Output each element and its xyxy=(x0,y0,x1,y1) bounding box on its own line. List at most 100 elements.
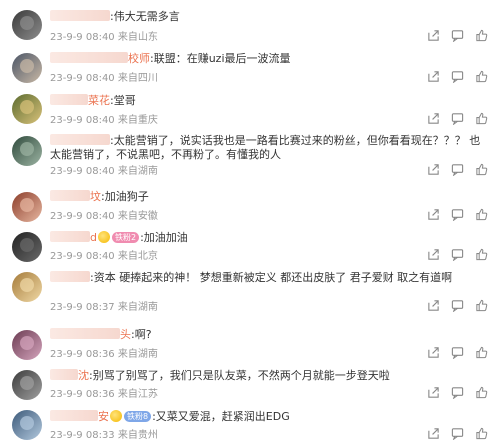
comment-location: 来自安徽 xyxy=(117,211,158,222)
comment-location: 来自湖南 xyxy=(117,302,158,313)
username-link[interactable]: d xyxy=(50,231,97,244)
like-icon[interactable] xyxy=(474,298,488,312)
comment-location: 来自北京 xyxy=(117,251,158,262)
comment-icon[interactable] xyxy=(450,426,464,440)
comment-actions xyxy=(426,345,490,359)
username-link[interactable]: 头 xyxy=(50,328,131,341)
like-icon[interactable] xyxy=(474,247,488,261)
comment-meta: 23-9-9 08:37 来自湖南 xyxy=(50,298,158,313)
comment-text: :太能营销了，说实话我也是一路看比赛过来的粉丝，但你看看现在？？？ 也太能营销了… xyxy=(50,134,481,161)
comment-time: 23-9-9 08:40 xyxy=(50,251,118,262)
comment-text: :伟大无需多言 xyxy=(110,10,180,23)
avatar[interactable] xyxy=(12,370,42,400)
share-icon[interactable] xyxy=(426,345,440,359)
avatar[interactable] xyxy=(12,192,42,222)
comment-icon[interactable] xyxy=(450,385,464,399)
comment-body: 沈:别骂了别骂了，我们只是队友菜，不然两个月就能一步登天啦 xyxy=(50,369,488,383)
comment-icon[interactable] xyxy=(450,28,464,42)
like-icon[interactable] xyxy=(474,345,488,359)
username-link[interactable] xyxy=(50,271,90,284)
username-blur xyxy=(50,410,98,421)
comment-time: 23-9-9 08:40 xyxy=(50,166,118,177)
share-icon[interactable] xyxy=(426,111,440,125)
username-link[interactable] xyxy=(50,10,110,23)
comment-location: 来自贵州 xyxy=(117,430,158,440)
comment-icon[interactable] xyxy=(450,162,464,176)
username-text: d xyxy=(90,231,97,244)
comment-location: 来自湖南 xyxy=(117,166,158,177)
comment-body: 校师:联盟：在赚uzi最后一波流量 xyxy=(50,52,488,66)
avatar[interactable] xyxy=(12,94,42,124)
share-icon[interactable] xyxy=(426,247,440,261)
username-link[interactable]: 菜花 xyxy=(50,94,110,107)
avatar[interactable] xyxy=(12,136,42,166)
share-icon[interactable] xyxy=(426,207,440,221)
username-blur xyxy=(50,369,78,380)
comment-actions xyxy=(426,162,490,176)
share-icon[interactable] xyxy=(426,28,440,42)
comment-text: :啊? xyxy=(131,328,152,341)
username-text: 坟 xyxy=(90,190,101,203)
comment-actions xyxy=(426,298,490,312)
avatar[interactable] xyxy=(12,10,42,40)
comment-meta: 23-9-9 08:40 来自湖南 xyxy=(50,162,158,177)
comment-icon[interactable] xyxy=(450,111,464,125)
comment-icon[interactable] xyxy=(450,247,464,261)
comment-time: 23-9-9 08:40 xyxy=(50,115,118,126)
comment-actions xyxy=(426,247,490,261)
comment-body: :伟大无需多言 xyxy=(50,10,488,24)
username-text: 沈 xyxy=(78,369,89,382)
avatar[interactable] xyxy=(12,410,42,440)
comment-text: :又菜又爱混，赶紧润出EDG xyxy=(152,410,290,423)
comment-list: :伟大无需多言 23-9-9 08:40 来自山东 校师:联盟：在赚uzi最后一波流… xyxy=(0,0,500,440)
comment-time: 23-9-9 08:40 xyxy=(50,32,118,43)
username-link[interactable]: 沈 xyxy=(50,369,89,382)
comment-icon[interactable] xyxy=(450,207,464,221)
username-blur xyxy=(50,134,110,145)
like-icon[interactable] xyxy=(474,28,488,42)
comment-actions xyxy=(426,28,490,42)
fan-badge: 铁粉8 xyxy=(124,411,152,422)
comment-actions xyxy=(426,69,490,83)
comment-location: 来自四川 xyxy=(117,73,158,84)
avatar[interactable] xyxy=(12,330,42,360)
share-icon[interactable] xyxy=(426,298,440,312)
username-text: 校师 xyxy=(128,52,150,65)
avatar[interactable] xyxy=(12,232,42,262)
comment-actions xyxy=(426,207,490,221)
username-link[interactable]: 校师 xyxy=(50,52,150,65)
comment-meta: 23-9-9 08:40 来自安徽 xyxy=(50,207,158,222)
like-icon[interactable] xyxy=(474,426,488,440)
fan-badge: 铁粉2 xyxy=(111,232,140,243)
like-icon[interactable] xyxy=(474,69,488,83)
like-icon[interactable] xyxy=(474,162,488,176)
share-icon[interactable] xyxy=(426,69,440,83)
comment-icon[interactable] xyxy=(450,298,464,312)
comment-actions xyxy=(426,111,490,125)
comment-icon[interactable] xyxy=(450,345,464,359)
comment-meta: 23-9-9 08:36 来自江苏 xyxy=(50,385,158,400)
comment-location: 来自重庆 xyxy=(117,115,158,126)
like-icon[interactable] xyxy=(474,207,488,221)
comment-actions xyxy=(426,426,490,440)
share-icon[interactable] xyxy=(426,162,440,176)
username-link[interactable]: 安 xyxy=(50,410,109,423)
share-icon[interactable] xyxy=(426,426,440,440)
like-icon[interactable] xyxy=(474,111,488,125)
like-icon[interactable] xyxy=(474,385,488,399)
avatar[interactable] xyxy=(12,53,42,83)
username-blur xyxy=(50,190,90,201)
avatar[interactable] xyxy=(12,272,42,302)
comment-time: 23-9-9 08:33 xyxy=(50,430,118,440)
username-link[interactable] xyxy=(50,134,110,147)
share-icon[interactable] xyxy=(426,385,440,399)
comment-meta: 23-9-9 08:40 来自重庆 xyxy=(50,111,158,126)
comment-meta: 23-9-9 08:40 来自北京 xyxy=(50,247,158,262)
comment-location: 来自湖南 xyxy=(117,349,158,360)
username-link[interactable]: 坟 xyxy=(50,190,101,203)
comment-icon[interactable] xyxy=(450,69,464,83)
comment-time: 23-9-9 08:36 xyxy=(50,389,118,400)
comment-body: 菜花:堂哥 xyxy=(50,94,488,108)
username-blur xyxy=(50,271,90,282)
comment-body: d 铁粉2:加油加油 xyxy=(50,231,488,245)
